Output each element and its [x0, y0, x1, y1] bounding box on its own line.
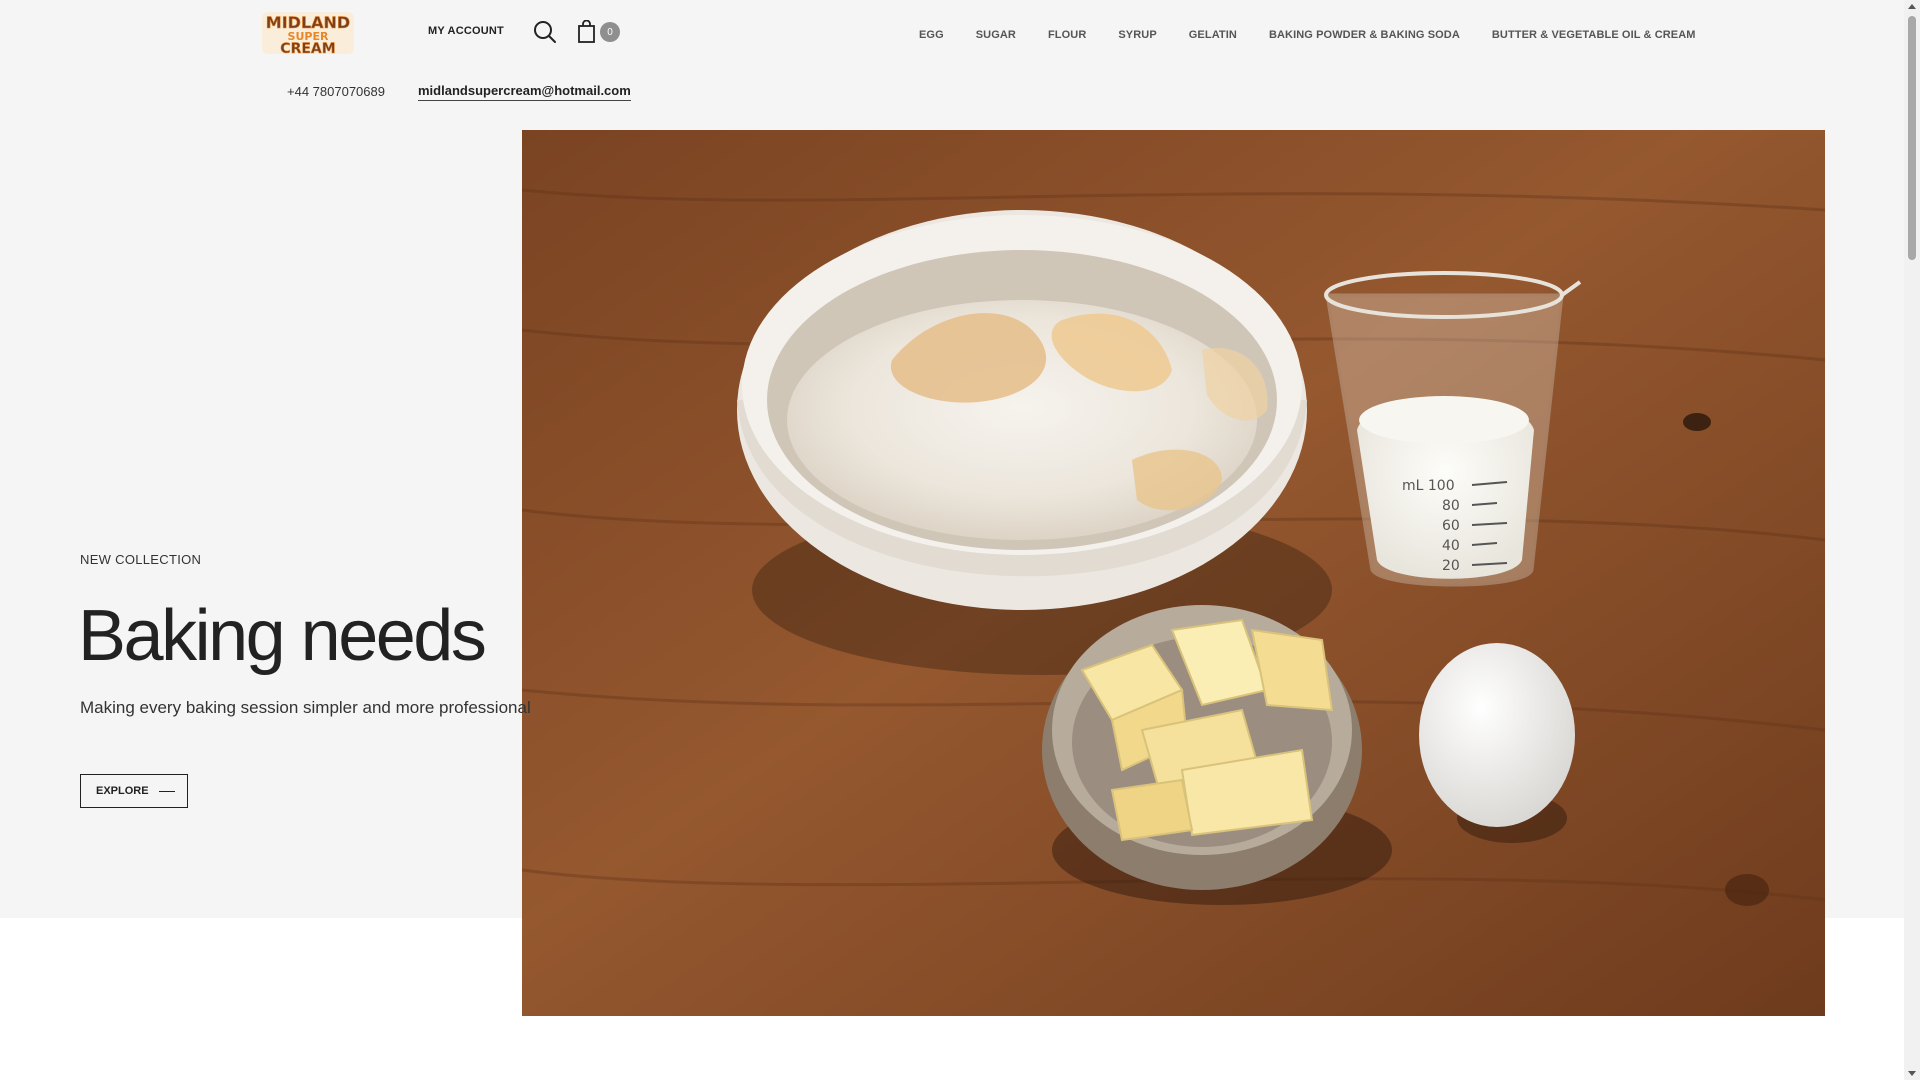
- my-account-link[interactable]: MY ACCOUNT: [428, 25, 504, 37]
- search-button[interactable]: [533, 20, 557, 44]
- cart-button[interactable]: [576, 19, 598, 44]
- logo-line-3: CREAM: [280, 41, 335, 57]
- search-icon: [534, 21, 556, 43]
- nav-item-syrup[interactable]: SYRUP: [1118, 28, 1156, 42]
- scroll-up-arrow-icon[interactable]: [1908, 4, 1916, 9]
- cart-count-badge: 0: [600, 22, 620, 42]
- scrollbar-thumb[interactable]: [1908, 16, 1916, 260]
- hero-subtitle: Making every baking session simpler and …: [80, 698, 531, 717]
- explore-button[interactable]: EXPLORE: [80, 774, 188, 808]
- line-arrow-icon: [158, 790, 175, 792]
- cup-marking-100: mL 100: [1402, 478, 1455, 494]
- cup-marking-80: 80: [1442, 498, 1460, 514]
- hero-image: mL 100 80 60 40 20: [522, 130, 1825, 1016]
- cup-marking-60: 60: [1442, 518, 1460, 534]
- nav-item-baking-powder[interactable]: BAKING POWDER & BAKING SODA: [1269, 28, 1460, 42]
- phone-number: +44 7807070689: [287, 84, 385, 99]
- main-navigation: EGG SUGAR FLOUR SYRUP GELATIN BAKING POW…: [919, 28, 1696, 42]
- shopping-bag-icon: [578, 19, 595, 43]
- scroll-down-arrow-icon[interactable]: [1908, 1071, 1916, 1076]
- cup-marking-40: 40: [1442, 538, 1460, 554]
- nav-item-flour[interactable]: FLOUR: [1048, 28, 1086, 42]
- nav-item-gelatin[interactable]: GELATIN: [1189, 28, 1237, 42]
- explore-button-label: EXPLORE: [96, 785, 149, 797]
- nav-item-sugar[interactable]: SUGAR: [976, 28, 1016, 42]
- page-scrollbar[interactable]: [1904, 0, 1920, 1080]
- baking-ingredients-illustration: mL 100 80 60 40 20: [522, 130, 1825, 1016]
- brand-logo[interactable]: MIDLAND SUPER CREAM: [256, 8, 360, 58]
- nav-item-butter-oil-cream[interactable]: BUTTER & VEGETABLE OIL & CREAM: [1492, 28, 1696, 42]
- hero-title: Baking needs: [78, 596, 487, 676]
- cup-marking-20: 20: [1442, 558, 1460, 574]
- nav-item-egg[interactable]: EGG: [919, 28, 944, 42]
- logo-graphic: MIDLAND SUPER CREAM: [262, 12, 354, 57]
- hero-eyebrow: NEW COLLECTION: [80, 552, 202, 567]
- email-link[interactable]: midlandsupercream@hotmail.com: [418, 83, 631, 101]
